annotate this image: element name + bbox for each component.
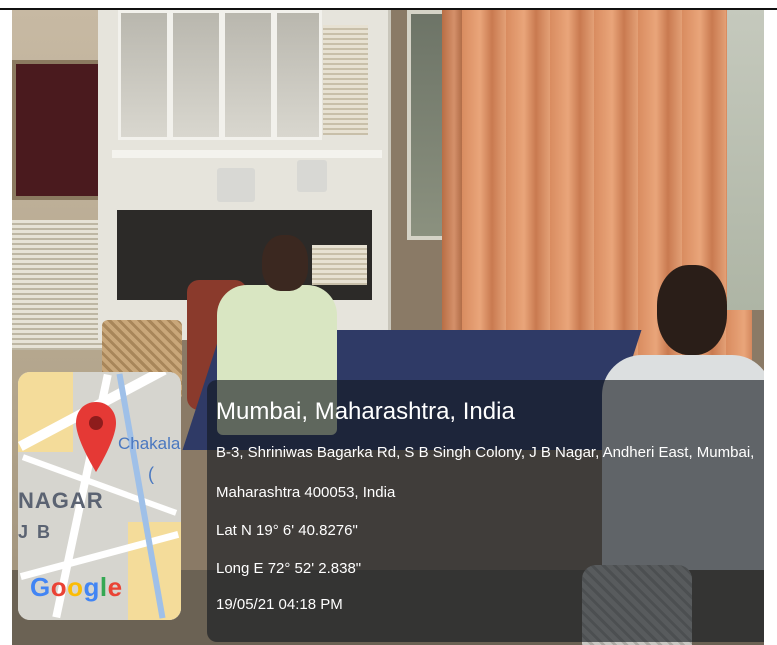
person-head: [657, 265, 727, 355]
map-label-paren: (: [148, 464, 154, 484]
logo-letter: e: [107, 572, 123, 602]
cabinet-door: [118, 10, 170, 140]
map-thumbnail: Chakala ( NAGAR J B Google: [18, 372, 181, 620]
google-logo: Google: [30, 572, 123, 603]
logo-letter: g: [83, 572, 100, 602]
person-head: [262, 235, 308, 291]
printer: [297, 160, 327, 192]
location-pin-icon: [76, 402, 116, 472]
cabinet-door: [170, 10, 222, 140]
timestamp: 19/05/21 04:18 PM: [216, 596, 343, 613]
logo-letter: l: [99, 572, 108, 602]
file-bundles: [323, 25, 368, 135]
logo-letter: G: [30, 572, 51, 602]
cabinet-door: [222, 10, 274, 140]
map-label-jb: J B: [18, 522, 53, 542]
address-line-1: B-3, Shriniwas Bagarka Rd, S B Singh Col…: [216, 444, 755, 461]
longitude: Long E 72° 52' 2.838": [216, 560, 362, 577]
map-label-nagar: NAGAR: [18, 488, 104, 513]
shelf: [112, 150, 382, 158]
geotag-photo-frame: Chakala ( NAGAR J B Google Mumbai, Mahar…: [0, 0, 777, 645]
latitude: Lat N 19° 6' 40.8276": [216, 522, 358, 539]
logo-letter: o: [50, 572, 68, 602]
logo-letter: o: [67, 572, 84, 602]
map-label-chakala: Chakala: [118, 434, 181, 453]
notice-board: [12, 60, 104, 200]
cabinet-door: [274, 10, 322, 140]
printer: [217, 168, 255, 202]
address-line-2: Maharashtra 400053, India: [216, 484, 396, 501]
location-title: Mumbai, Maharashtra, India: [216, 398, 515, 425]
